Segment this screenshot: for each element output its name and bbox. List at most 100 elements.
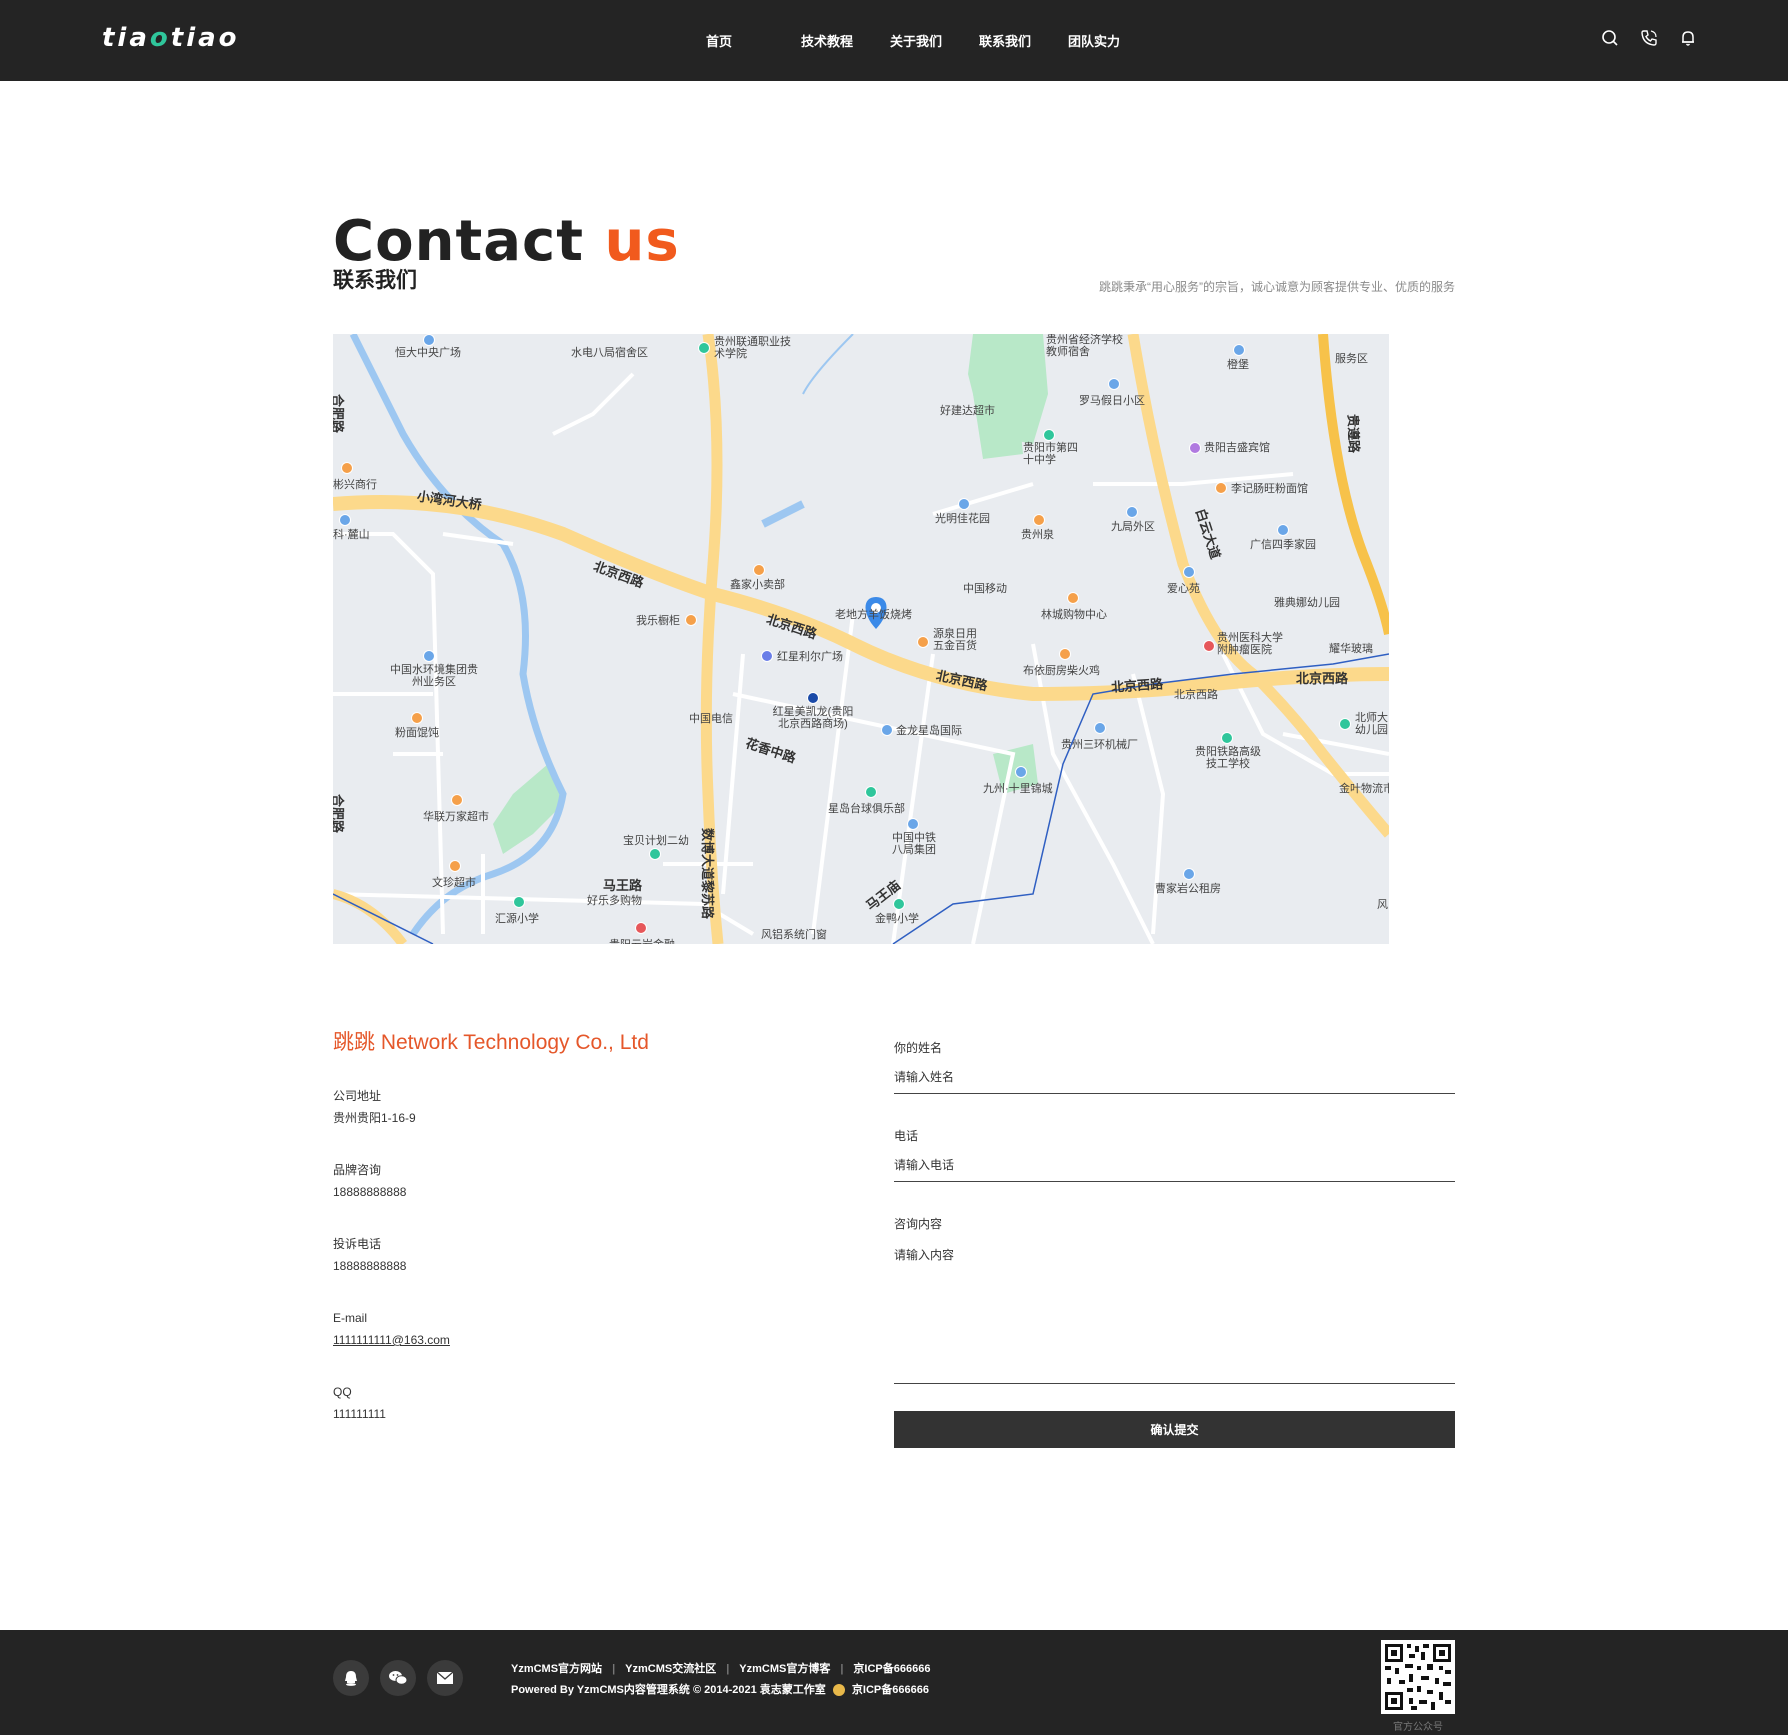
map-poi-icon [881,724,893,736]
map-label: 星岛台球俱乐部 [828,803,905,815]
map-label: 雅典娜幼儿园 [1274,597,1340,609]
map-label: 金叶物流市 [1339,783,1389,795]
map-label: 贵阳吉盛宾馆 [1204,442,1270,454]
map-label: 恒大中央广场 [395,347,461,359]
map-label: 彬兴商行 [333,479,377,491]
nav-tutorials[interactable]: 技术教程 [801,31,890,50]
map-poi-icon [1033,514,1045,526]
map-label: 中国移动 [963,583,1007,595]
contact-value: 18888888888 [333,1259,407,1273]
search-icon[interactable] [1600,28,1620,48]
contact-item-qq: QQ 111111111 [333,1384,773,1422]
site-logo[interactable]: tiaotiao [102,18,240,58]
contact-value: 18888888888 [333,1185,407,1199]
map-label: 广信四季家园 [1250,539,1316,551]
qr-code [1381,1640,1455,1714]
nav-team[interactable]: 团队实力 [1068,31,1148,50]
map-poi-icon [1215,482,1227,494]
map-label: 贵州医科大学附肿瘤医院 [1217,632,1283,656]
map-label: 贵州联通职业技术学院 [714,336,791,360]
map-label: 汇源小学 [495,913,539,925]
map-label: 源泉日用五金百货 [933,628,977,652]
footer-link-community[interactable]: YzmCMS交流社区 [625,1663,716,1675]
map-poi-icon [449,860,461,872]
map-poi-icon [451,794,463,806]
wechat-icon[interactable] [380,1660,416,1696]
map-label: 好乐多购物 [587,895,642,907]
map-label: 耀华玻璃 [1329,643,1373,655]
map-poi-icon [958,498,970,510]
map-label: 贵阳市第四十中学 [1023,442,1078,466]
map-road-label: 合肥路 [333,393,346,434]
map-label: 爱心苑 [1167,583,1200,595]
map-poi-icon [513,896,525,908]
qq-icon[interactable] [333,1660,369,1696]
icp-text: 京ICP备666666 [851,1684,929,1696]
map-poi-icon [1043,429,1055,441]
company-name: 跳跳 Network Technology Co., Ltd [333,1031,649,1054]
contact-item-address: 公司地址 贵州贵阳1-16-9 [333,1088,773,1126]
phone-label: 电话 [894,1129,919,1143]
contact-form: 你的姓名 电话 咨询内容 [894,1040,1455,1423]
email-link[interactable]: 1111111111@163.com [333,1332,773,1348]
map-label: 中国水环境集团贵州业务区 [390,664,478,688]
map-label: 科·麓山 [333,529,370,541]
powered-text: Powered By YzmCMS内容管理系统 © 2014-2021 袁志蒙工… [511,1684,826,1696]
page-subtitle: 联系我们 [333,269,417,292]
bell-icon[interactable] [1678,28,1698,48]
contact-key: E-mail [333,1311,368,1325]
map-label: 金龙星岛国际 [896,725,962,737]
powered-by: Powered By YzmCMS内容管理系统 © 2014-2021 袁志蒙工… [511,1681,929,1697]
contact-key: 品牌咨询 [333,1163,382,1177]
map-label: 曹家岩公租房 [1155,883,1221,895]
contact-key: QQ [333,1385,352,1399]
map-poi-icon [423,650,435,662]
map-label: 橙堡 [1227,359,1249,371]
footer-link-icp[interactable]: 京ICP备666666 [853,1663,930,1675]
map-poi-icon [1277,524,1289,536]
map-label: 华联万家超市 [423,811,489,823]
footer-link-blog[interactable]: YzmCMS官方博客 [739,1663,830,1675]
map-label: 九州·十里锦城 [983,783,1053,795]
map-poi-icon [753,564,765,576]
map-poi-icon [893,898,905,910]
qr-label: 官方公众号 [1393,1722,1443,1733]
map-label: 贵阳铁路高级技工学校 [1195,746,1261,770]
map-label: 粉面馄饨 [395,727,439,739]
contact-value: 111111111 [333,1407,386,1421]
map-poi-icon [685,614,697,626]
name-input[interactable] [894,1064,1455,1094]
main-nav: 首页 技术教程 关于我们 联系我们 团队实力 [706,0,1148,81]
location-map[interactable]: 小湾河大桥 北京西路 北京西路 北京西路 北京西路 北京西路 白云大道 贵遵路 … [333,334,1389,944]
contact-item-brand: 品牌咨询 18888888888 [333,1162,773,1200]
map-poi-icon [1094,722,1106,734]
phone-input[interactable] [894,1152,1455,1182]
map-road-label: 贵遵路 [1345,413,1362,454]
footer-links: YzmCMS官方网站 | YzmCMS交流社区 | YzmCMS官方博客 | 京ICP备66… [511,1663,931,1675]
mail-icon[interactable] [427,1660,463,1696]
map-label: 鑫家小卖部 [730,579,785,591]
map-poi-icon [1126,506,1138,518]
map-poi-icon [1015,766,1027,778]
map-poi-icon [1067,592,1079,604]
map-label: 水电八局宿舍区 [571,347,648,359]
nav-about[interactable]: 关于我们 [890,31,979,50]
nav-contact[interactable]: 联系我们 [979,31,1068,50]
phone-icon[interactable] [1639,28,1659,48]
map-road-label: 数博大道黎苏路 [700,827,716,920]
map-poi-icon [1203,640,1215,652]
map-label: 贵州三环机械厂 [1061,739,1138,751]
map-label: 文珍超市 [432,877,476,889]
submit-button[interactable]: 确认提交 [894,1411,1455,1448]
map-poi-icon [807,692,819,704]
map-label: 好建达超市 [940,405,995,417]
map-label: 老地方羊饭烧烤 [835,609,912,621]
map-label: 宝贝计划二幼 [623,835,689,847]
map-label: 北京西路 [1174,689,1218,701]
footer-link-official[interactable]: YzmCMS官方网站 [511,1663,602,1675]
map-poi-icon [1059,648,1071,660]
content-textarea[interactable] [894,1240,1455,1384]
map-label: 红星利尔广场 [777,651,843,663]
nav-home[interactable]: 首页 [706,31,801,50]
content-label: 咨询内容 [894,1217,943,1231]
